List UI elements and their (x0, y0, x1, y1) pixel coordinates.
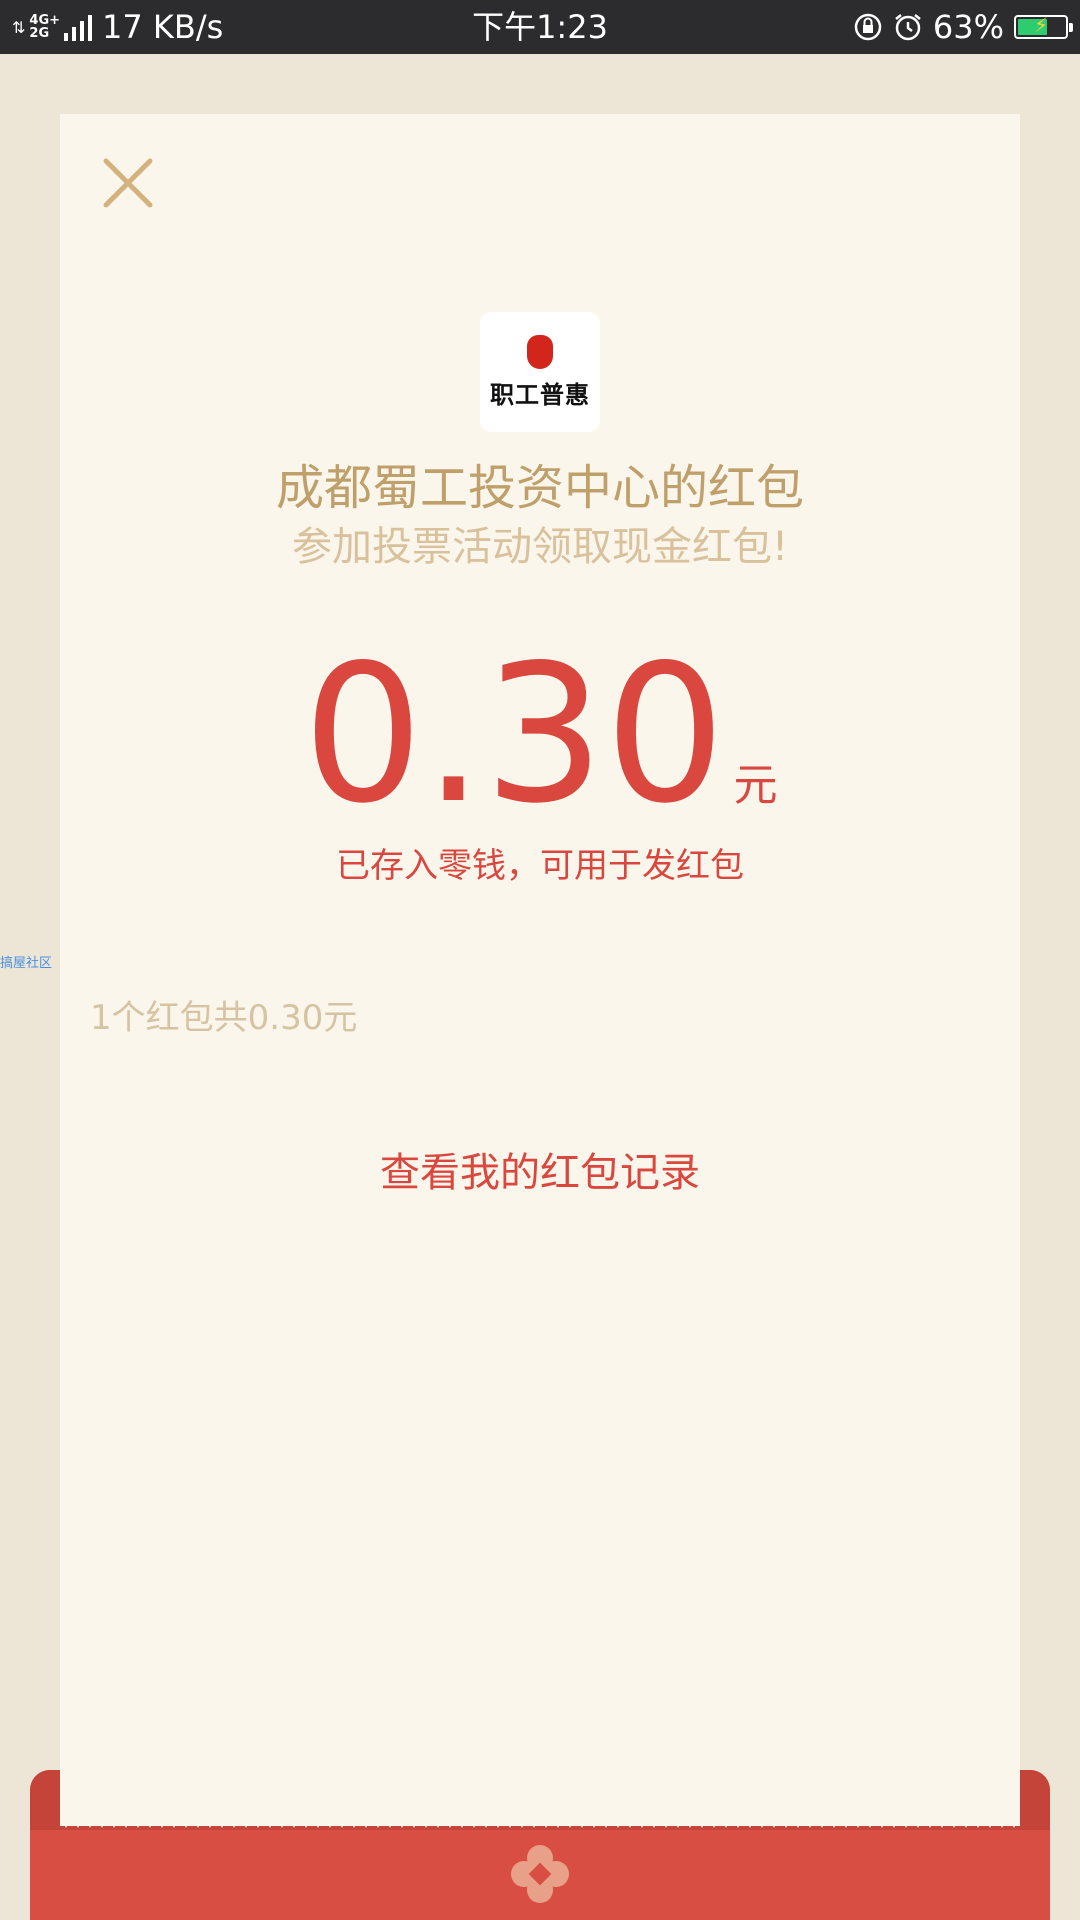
watermark: 搞屋社区 (0, 956, 53, 971)
packet-summary: 1个红包共0.30元 (90, 998, 358, 1038)
alarm-icon (893, 12, 923, 42)
close-icon[interactable] (100, 155, 156, 211)
wishing-text: 参加投票活动领取现金红包! (291, 524, 789, 570)
sender-name: 成都蜀工投资中心的红包 (275, 460, 804, 516)
amount-display: 0.30 元 (0, 640, 1080, 830)
card-zigzag-edge (60, 1816, 1020, 1828)
amount-unit: 元 (733, 760, 778, 811)
battery-charging-icon: ⚡ (1014, 13, 1073, 39)
stored-note: 已存入零钱，可用于发红包 (336, 846, 744, 886)
seal-icon (527, 334, 553, 369)
amount-value: 0.30 (302, 624, 726, 845)
avatar-logo-text: 职工普惠 (490, 379, 590, 409)
sender-avatar: 职工普惠 (480, 312, 600, 432)
flower-emblem-icon (511, 1845, 569, 1903)
view-records-link[interactable]: 查看我的红包记录 (0, 1140, 1080, 1198)
status-bar-right: 63% ⚡ (853, 0, 1073, 54)
charging-bolt-icon: ⚡ (1033, 13, 1049, 37)
battery-percent: 63% (932, 8, 1004, 46)
status-bar: ⇅ 4G+ 2G 17 KB/s 下午1:23 63% ⚡ (0, 0, 1080, 54)
rotation-lock-icon (853, 12, 883, 42)
